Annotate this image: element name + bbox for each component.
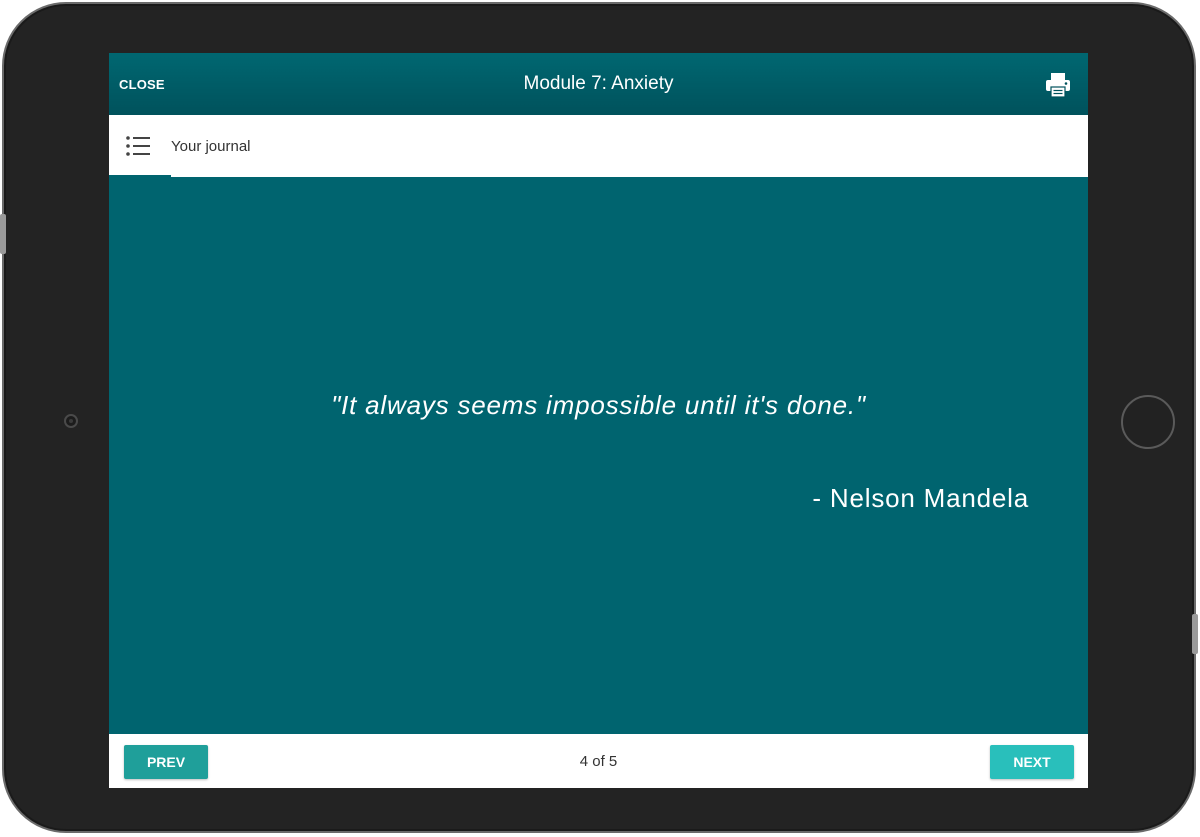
home-button[interactable] [1121, 395, 1175, 449]
printer-icon[interactable] [1044, 71, 1072, 99]
next-button[interactable]: NEXT [990, 745, 1074, 779]
footer-nav: PREV 4 of 5 NEXT [109, 734, 1088, 788]
quote-author: - Nelson Mandela [812, 483, 1029, 513]
quote-text: "It always seems impossible until it's d… [331, 390, 866, 420]
page-indicator: 4 of 5 [579, 752, 618, 770]
app-screen: CLOSE Module 7: Anxiety Your journal "It… [109, 53, 1088, 788]
top-bar: CLOSE Module 7: Anxiety [109, 53, 1088, 115]
list-icon[interactable] [125, 134, 151, 158]
tablet-side-button [0, 214, 6, 254]
quote-panel: "It always seems impossible until it's d… [109, 177, 1088, 734]
journal-label[interactable]: Your journal [171, 115, 251, 177]
journal-bar: Your journal [109, 115, 1088, 177]
tablet-side-button [1192, 614, 1198, 654]
camera-icon [64, 414, 78, 428]
page-title: Module 7: Anxiety [523, 73, 674, 94]
